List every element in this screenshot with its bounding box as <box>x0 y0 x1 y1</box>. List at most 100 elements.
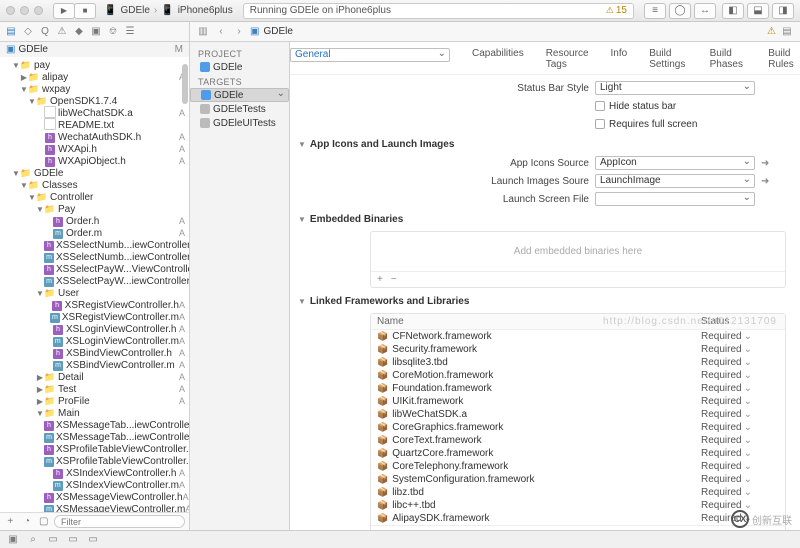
launch-file-select[interactable] <box>595 192 755 206</box>
close-icon[interactable] <box>6 6 15 15</box>
jump-bar-icon[interactable]: ▤ <box>780 25 794 39</box>
editor-warning-icon[interactable]: ⚠ <box>767 26 776 37</box>
toggle-left-panel-icon[interactable]: ◧ <box>722 3 744 19</box>
tree-item[interactable]: XSLoginViewController.hA <box>0 323 189 335</box>
app-icons-refresh-icon[interactable]: ➜ <box>761 158 769 169</box>
tree-item[interactable]: ▼GDEle <box>0 167 189 179</box>
framework-row[interactable]: CoreText.frameworkRequired ⌄ <box>371 434 785 447</box>
tree-item[interactable]: XSBindViewController.hA <box>0 347 189 359</box>
related-items-icon[interactable]: ▥ <box>196 25 210 39</box>
target-item[interactable]: GDEle <box>190 88 289 102</box>
section-app-icons[interactable]: App Icons and Launch Images <box>290 133 800 154</box>
target-item[interactable]: GDEleUITests <box>190 116 289 130</box>
framework-row[interactable]: CFNetwork.frameworkRequired ⌄ <box>371 330 785 343</box>
launch-images-select[interactable]: LaunchImage <box>595 174 755 188</box>
tree-item[interactable]: ▶ProFileA <box>0 395 189 407</box>
tree-item[interactable]: XSBindViewController.mA <box>0 359 189 371</box>
project-root[interactable]: ▣GDEle M <box>0 42 189 57</box>
full-screen-checkbox[interactable] <box>595 119 605 129</box>
editor-assistant-icon[interactable]: ◯ <box>669 3 691 19</box>
add-embedded-icon[interactable]: + <box>377 274 383 285</box>
tree-item[interactable]: ▼Controller <box>0 191 189 203</box>
add-file-icon[interactable]: + <box>4 515 17 529</box>
scheme-selector[interactable]: 📱GDEle › 📱iPhone6plus <box>104 5 233 16</box>
tree-item[interactable]: XSMessageTab...iewController.mA <box>0 431 189 443</box>
tab-resource-tags[interactable]: Resource Tags <box>546 48 589 70</box>
tab-general[interactable]: General <box>290 48 450 62</box>
framework-row[interactable]: CoreGraphics.frameworkRequired ⌄ <box>371 421 785 434</box>
tree-item[interactable]: ▶DetailA <box>0 371 189 383</box>
toggle-right-panel-icon[interactable]: ◨ <box>772 3 794 19</box>
framework-row[interactable]: QuartzCore.frameworkRequired ⌄ <box>371 447 785 460</box>
toggle-bottom-panel-icon[interactable]: ⬓ <box>747 3 769 19</box>
filter-scm-icon[interactable]: ▢ <box>37 515 50 529</box>
tree-item[interactable]: XSSelectNumb...iewController.mA <box>0 251 189 263</box>
filter-icon[interactable]: ⌕ <box>26 533 40 547</box>
debug-navigator-icon[interactable]: ▣ <box>89 25 103 39</box>
tree-item[interactable]: XSIndexViewController.mA <box>0 479 189 491</box>
test-navigator-icon[interactable]: ◆ <box>72 25 86 39</box>
tree-item[interactable]: XSMessageViewController.hA <box>0 491 189 503</box>
hide-status-checkbox[interactable] <box>595 101 605 111</box>
framework-row[interactable]: libz.tbdRequired ⌄ <box>371 486 785 499</box>
toggle-debug-area-icon[interactable]: ▣ <box>6 533 20 547</box>
section-embedded[interactable]: Embedded Binaries <box>290 208 800 229</box>
tree-item[interactable]: XSSelectPayW...iewController.mA <box>0 275 189 287</box>
remove-embedded-icon[interactable]: − <box>391 274 397 285</box>
tree-item[interactable]: WechatAuthSDK.hA <box>0 131 189 143</box>
app-icons-select[interactable]: AppIcon <box>595 156 755 170</box>
tree-item[interactable]: WXApiObject.hA <box>0 155 189 167</box>
tree-item[interactable]: XSSelectNumb...iewController.hA <box>0 239 189 251</box>
tree-item[interactable]: libWeChatSDK.aA <box>0 107 189 119</box>
tab-info[interactable]: Info <box>611 48 628 70</box>
framework-row[interactable]: CoreTelephony.frameworkRequired ⌄ <box>371 460 785 473</box>
tree-item[interactable]: README.txt <box>0 119 189 131</box>
filter-input[interactable] <box>54 515 185 528</box>
tree-item[interactable]: XSIndexViewController.hA <box>0 467 189 479</box>
tree-item[interactable]: ▼Main <box>0 407 189 419</box>
tree-item[interactable]: ▼wxpay <box>0 83 189 95</box>
tree-item[interactable]: ▶TestA <box>0 383 189 395</box>
framework-row[interactable]: AlipaySDK.frameworkRequired ⌄ <box>371 512 785 525</box>
tree-item[interactable]: ▼User <box>0 287 189 299</box>
tree-item[interactable]: ▼Classes <box>0 179 189 191</box>
framework-row[interactable]: CoreMotion.frameworkRequired ⌄ <box>371 369 785 382</box>
project-item[interactable]: GDEle <box>190 60 289 74</box>
tree-item[interactable]: XSSelectPayW...ViewController.hA <box>0 263 189 275</box>
project-navigator-icon[interactable]: ▤ <box>4 25 18 39</box>
view-icon-3[interactable]: ▭ <box>86 533 100 547</box>
tree-item[interactable]: XSRegistViewController.hA <box>0 299 189 311</box>
framework-row[interactable]: UIKit.frameworkRequired ⌄ <box>371 395 785 408</box>
tab-build-settings[interactable]: Build Settings <box>649 48 687 70</box>
back-icon[interactable]: ‹ <box>214 25 228 39</box>
target-item[interactable]: GDEleTests <box>190 102 289 116</box>
warning-count[interactable]: 15 <box>606 5 627 16</box>
find-navigator-icon[interactable]: Q <box>38 25 52 39</box>
filter-recent-icon[interactable]: ◔ <box>21 515 34 529</box>
tab-build-phases[interactable]: Build Phases <box>710 48 747 70</box>
tab-build-rules[interactable]: Build Rules <box>768 48 800 70</box>
tree-item[interactable]: ▼OpenSDK1.7.4 <box>0 95 189 107</box>
editor-version-icon[interactable]: ↔ <box>694 3 716 19</box>
framework-row[interactable]: libc++.tbdRequired ⌄ <box>371 499 785 512</box>
tree-item[interactable]: Order.hA <box>0 215 189 227</box>
framework-row[interactable]: Security.frameworkRequired ⌄ <box>371 343 785 356</box>
zoom-icon[interactable] <box>34 6 43 15</box>
tree-item[interactable]: ▼pay <box>0 59 189 71</box>
tree-item[interactable]: ▼Pay <box>0 203 189 215</box>
section-linked[interactable]: Linked Frameworks and Libraries <box>290 290 800 311</box>
framework-row[interactable]: libsqlite3.tbdRequired ⌄ <box>371 356 785 369</box>
tree-item[interactable]: ▶alipayA <box>0 71 189 83</box>
framework-row[interactable]: SystemConfiguration.frameworkRequired ⌄ <box>371 473 785 486</box>
report-navigator-icon[interactable]: ☰ <box>123 25 137 39</box>
framework-row[interactable]: Foundation.frameworkRequired ⌄ <box>371 382 785 395</box>
run-button[interactable] <box>53 3 75 19</box>
tree-item[interactable]: XSLoginViewController.mA <box>0 335 189 347</box>
editor-standard-icon[interactable]: ≡ <box>644 3 666 19</box>
tree-item[interactable]: XSRegistViewController.mA <box>0 311 189 323</box>
stop-button[interactable] <box>74 3 96 19</box>
tree-item[interactable]: XSProfileTableViewController.mA <box>0 455 189 467</box>
tree-item[interactable]: XSProfileTableViewController.hA <box>0 443 189 455</box>
framework-row[interactable]: libWeChatSDK.aRequired ⌄ <box>371 408 785 421</box>
tree-item[interactable]: XSMessageTab...iewController.hA <box>0 419 189 431</box>
